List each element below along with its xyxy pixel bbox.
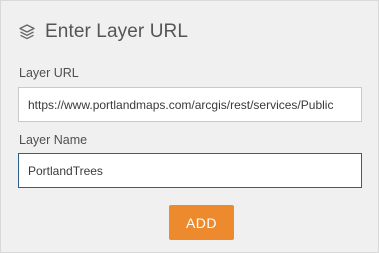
panel-header: Enter Layer URL — [18, 19, 188, 45]
layer-name-input[interactable] — [18, 153, 362, 188]
enter-layer-url-panel: Enter Layer URL Layer URL Layer Name ADD — [0, 0, 379, 253]
layers-icon — [18, 23, 36, 41]
layer-url-input[interactable] — [18, 87, 362, 122]
add-button[interactable]: ADD — [169, 205, 234, 240]
layer-name-label: Layer Name — [19, 133, 88, 147]
layer-url-label: Layer URL — [19, 66, 79, 80]
panel-title: Enter Layer URL — [45, 21, 189, 42]
